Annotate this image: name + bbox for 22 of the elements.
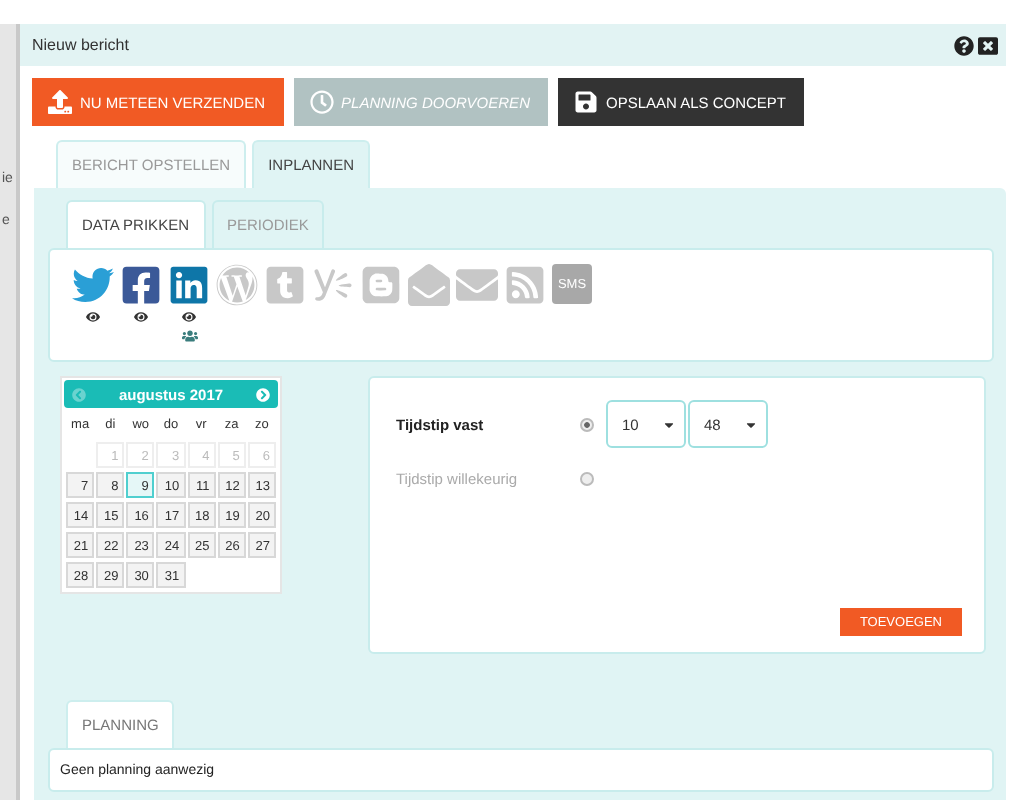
next-month-icon[interactable] (255, 387, 270, 401)
radio-button[interactable] (580, 417, 594, 431)
caret-icon (744, 417, 758, 431)
facebook-icon[interactable] (120, 264, 162, 306)
eye-icon[interactable] (86, 310, 100, 324)
linkedin-icon[interactable] (168, 264, 210, 306)
yammer-icon[interactable] (312, 264, 354, 306)
blogger-icon[interactable] (360, 264, 402, 306)
open-envelope-icon[interactable] (408, 264, 450, 306)
caret-icon (662, 417, 676, 431)
radio-button[interactable] (580, 471, 594, 485)
window-title: Nieuw bericht (32, 36, 131, 54)
rss-icon[interactable] (504, 264, 546, 306)
clock-icon (309, 90, 334, 114)
upload-icon (48, 90, 72, 114)
help-icon[interactable] (954, 35, 974, 55)
tumblr-icon[interactable] (264, 264, 306, 306)
close-icon[interactable] (978, 35, 998, 55)
eye-icon[interactable] (182, 310, 196, 324)
eye-icon[interactable] (134, 310, 148, 324)
envelope-icon[interactable] (456, 264, 498, 306)
people-icon[interactable] (181, 328, 197, 344)
